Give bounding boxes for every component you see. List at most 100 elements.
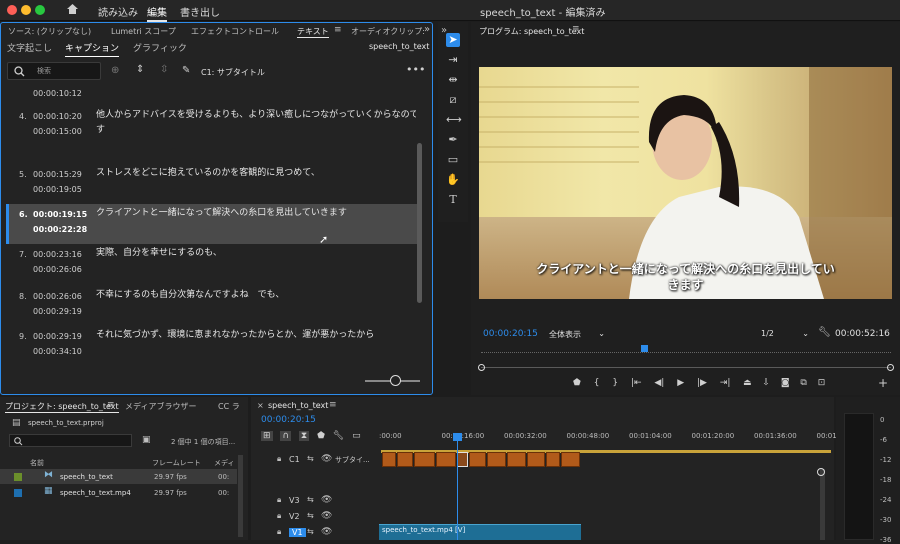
scroll-handle[interactable]	[817, 468, 825, 476]
caption-clip[interactable]	[546, 452, 560, 467]
sync-lock-icon[interactable]: ⇆	[307, 454, 314, 463]
caption-clip[interactable]	[561, 452, 580, 467]
goto-out-icon[interactable]: ⇥|	[720, 378, 731, 388]
wrench-icon[interactable]: 🔧︎	[818, 327, 831, 338]
caption-clip[interactable]	[457, 452, 468, 467]
subtab-graphics[interactable]: グラフィック	[133, 41, 187, 54]
out-point-icon[interactable]: }	[612, 378, 618, 388]
eye-icon[interactable]: 👁︎	[321, 511, 332, 521]
program-menu-icon[interactable]: ≡	[572, 24, 580, 34]
caption-clip[interactable]	[469, 452, 486, 467]
settings-wrench-icon[interactable]: 🔧︎	[333, 431, 344, 441]
panel-menu-icon[interactable]: ≡	[334, 25, 342, 35]
nest-icon[interactable]: ⊞	[261, 431, 273, 441]
eye-icon[interactable]: 👁︎	[321, 454, 332, 464]
tab-lumetri[interactable]: Lumetri スコープ	[111, 26, 176, 37]
zoom-slider-handle[interactable]	[390, 375, 401, 386]
timeline-tab[interactable]: speech_to_text	[268, 401, 328, 410]
program-playhead[interactable]	[640, 345, 648, 352]
bin-icon[interactable]: ▣	[142, 435, 151, 445]
track-name[interactable]: V3	[289, 496, 300, 505]
lift-icon[interactable]: ⏏	[743, 378, 752, 388]
caption-row[interactable]: 6. 00:00:19:15 00:00:22:28 クライアントと一緒になって解決へ…	[6, 204, 417, 244]
scrollbar[interactable]	[417, 143, 422, 303]
linked-selection-icon[interactable]: ⧗	[298, 431, 310, 441]
track-name[interactable]: V2	[289, 512, 300, 521]
split-caption-icon[interactable]: ⇕	[136, 64, 144, 75]
caption-clip[interactable]	[436, 452, 456, 467]
lock-icon[interactable]: 🔒︎	[277, 454, 281, 464]
step-forward-icon[interactable]: |▶	[697, 378, 707, 388]
edit-pencil-icon[interactable]: ✎	[182, 65, 190, 76]
lock-icon[interactable]: 🔒︎	[277, 511, 281, 521]
track-header-v3[interactable]: 🔒︎ V3 ⇆ 👁︎	[251, 494, 379, 509]
selection-tool-icon[interactable]: ➤	[446, 33, 460, 47]
col-media[interactable]: メディ	[214, 458, 235, 468]
timeline-menu-icon[interactable]: ≡	[329, 400, 337, 410]
tab-project[interactable]: プロジェクト: speech_to_text	[5, 401, 119, 413]
caption-row[interactable]: 5. 00:00:15:29 00:00:19:05 ストレスをどこに抱えているのかを…	[6, 164, 417, 204]
eye-icon[interactable]: 👁︎	[321, 527, 332, 537]
tab-cc-libraries[interactable]: CC ラ	[218, 401, 240, 412]
marker-icon[interactable]: ⬟	[573, 378, 581, 388]
home-icon[interactable]	[66, 3, 79, 15]
col-fps[interactable]: フレームレート	[152, 458, 201, 468]
track-name[interactable]: V1	[289, 528, 306, 537]
lock-icon[interactable]: 🔒︎	[277, 495, 281, 505]
caption-clip[interactable]	[397, 452, 413, 467]
video-frame[interactable]: クライアントと一緒になって解決への糸口を見出してい きます	[479, 67, 892, 299]
merge-caption-icon[interactable]: ⇳	[160, 64, 168, 75]
snap-icon[interactable]: ∩	[280, 431, 292, 441]
caption-row[interactable]: 9. 00:00:29:19 00:00:34:10 それに気づかず、環境に恵まれなか…	[6, 326, 417, 366]
program-ruler[interactable]	[481, 352, 891, 355]
video-clip[interactable]: speech_to_text.mp4 [V]	[379, 524, 581, 540]
more-tabs-icon[interactable]: »	[424, 24, 430, 35]
track-header-v1[interactable]: 🔒︎ V1 ⇆ 👁︎	[251, 526, 379, 541]
sync-lock-icon[interactable]: ⇆	[307, 495, 314, 504]
goto-in-icon[interactable]: |⇤	[631, 378, 642, 388]
add-caption-icon[interactable]: ⊕	[111, 65, 119, 76]
more-options-icon[interactable]: •••	[406, 63, 425, 76]
track-name[interactable]: C1	[289, 455, 300, 464]
caption-row[interactable]: 4. 00:00:10:20 00:00:15:00 他人からアドバイスを受けるよりも…	[6, 106, 417, 146]
captions-icon[interactable]: ▭	[352, 431, 361, 441]
caption-clip[interactable]	[527, 452, 545, 467]
playhead-handle[interactable]	[453, 433, 462, 441]
compare-icon[interactable]: ⧉	[800, 378, 806, 388]
in-point-icon[interactable]: {	[594, 378, 600, 388]
caption-clip[interactable]	[414, 452, 435, 467]
pen-icon[interactable]: ✒	[446, 133, 460, 147]
close-window-button[interactable]	[7, 5, 17, 15]
caption-clip[interactable]	[382, 452, 396, 467]
zoom-window-button[interactable]	[35, 5, 45, 15]
rectangle-icon[interactable]: ▭	[446, 153, 460, 167]
resolution-dropdown[interactable]: 1/2 ⌄	[761, 329, 809, 340]
project-menu-icon[interactable]: ≡	[107, 400, 115, 410]
caption-row[interactable]: 8. 00:00:26:06 00:00:29:19 不幸にするのも自分次第なんですよ…	[6, 286, 417, 326]
track-header-v2[interactable]: 🔒︎ V2 ⇆ 👁︎	[251, 510, 379, 525]
caption-track-label[interactable]: C1: サブタイトル	[201, 67, 265, 78]
minimize-window-button[interactable]	[21, 5, 31, 15]
step-back-icon[interactable]: ◀|	[654, 378, 664, 388]
tab-effect-controls[interactable]: エフェクトコントロール	[191, 26, 279, 37]
eye-icon[interactable]: 👁︎	[321, 495, 332, 505]
list-item[interactable]: ▦ speech_to_text.mp4 29.97 fps 00:	[0, 485, 237, 500]
tab-audio-clip[interactable]: オーディオクリップ:	[351, 26, 425, 37]
timeline-scrollbar[interactable]	[820, 469, 825, 540]
caption-clip[interactable]	[507, 452, 526, 467]
menu-edit[interactable]: 編集	[147, 4, 167, 22]
program-timecode[interactable]: 00:00:20:15	[483, 329, 538, 339]
menu-import[interactable]: 読み込み	[98, 4, 138, 19]
fit-dropdown[interactable]: 全体表示 ⌄	[549, 329, 605, 340]
lock-icon[interactable]: 🔒︎	[277, 527, 281, 537]
tab-media-browser[interactable]: メディアブラウザー	[125, 401, 196, 412]
search-input[interactable]: 検索	[7, 62, 101, 80]
tab-text[interactable]: テキスト	[297, 26, 329, 38]
multicam-icon[interactable]: ⊡	[818, 378, 826, 388]
timeline-playhead[interactable]	[457, 439, 458, 540]
slip-icon[interactable]: ⟷	[446, 113, 462, 127]
menu-export[interactable]: 書き出し	[180, 4, 220, 19]
camera-icon[interactable]: ◙	[781, 378, 790, 388]
project-search-input[interactable]	[9, 434, 132, 447]
ripple-edit-icon[interactable]: ⇹	[446, 73, 460, 87]
